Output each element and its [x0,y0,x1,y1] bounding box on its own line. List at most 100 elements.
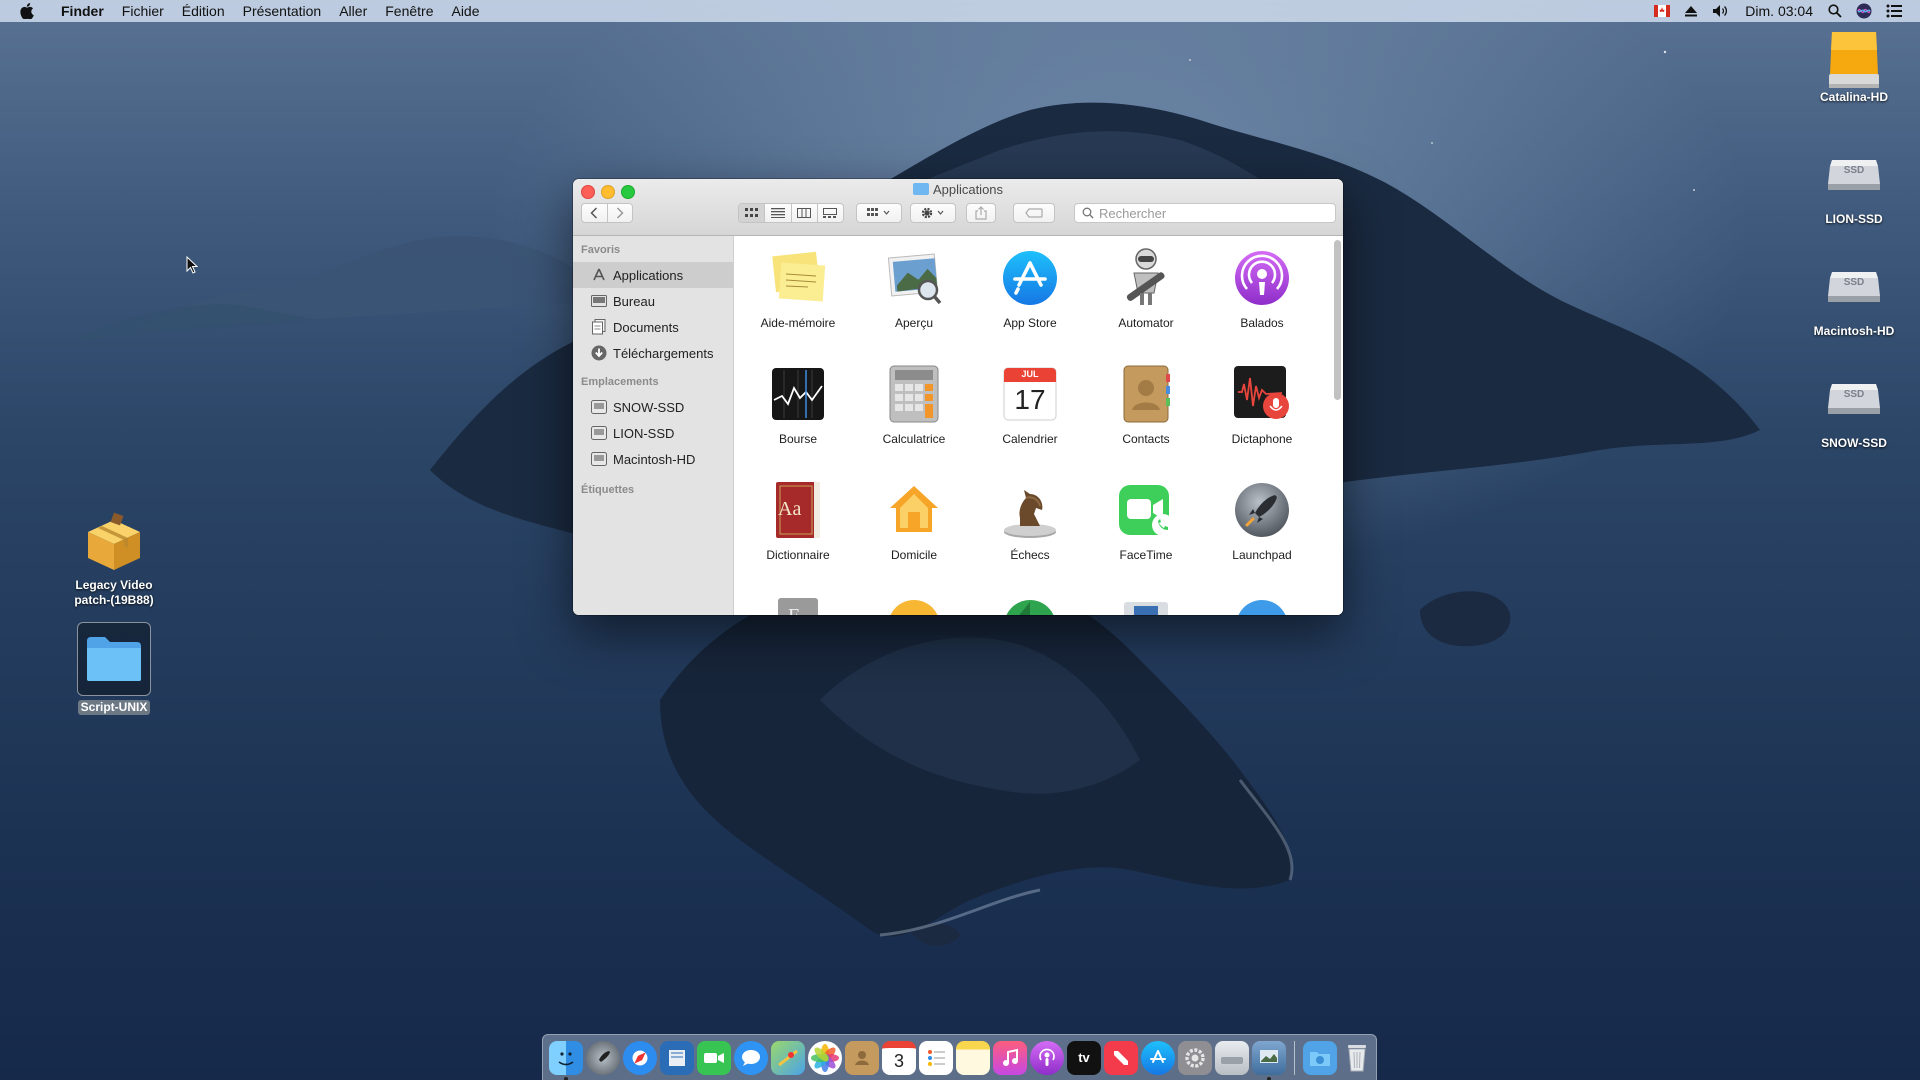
app-item-contacts[interactable]: Contacts [1088,360,1204,476]
app-item-partial[interactable] [1204,592,1320,615]
gallery-view-button[interactable] [818,204,843,222]
music-icon[interactable] [993,1040,1027,1075]
system-preferences-icon[interactable] [1178,1040,1212,1075]
window-titlebar[interactable]: Applications [573,179,1343,236]
app-item-automator[interactable]: Automator [1088,244,1204,360]
volume-icon[interactable] [1712,0,1730,22]
automator-robot-icon [1114,246,1178,310]
reminders-icon[interactable] [919,1040,953,1075]
file-label: Script-UNIX [77,700,151,715]
photo-booth-icon [882,594,946,615]
app-item-app-store[interactable]: App Store [972,244,1088,360]
launchpad-icon[interactable] [586,1040,620,1075]
menu-finder[interactable]: Finder [52,0,113,22]
desktop-drive-lion-ssd[interactable]: SSD LION-SSD [1794,152,1914,228]
menu-aller[interactable]: Aller [330,0,376,22]
disk-icon [591,451,607,467]
desktop-file-legacy-video-patch[interactable]: Legacy Video patch-(19B88) [54,512,174,609]
app-item-balados[interactable]: Balados [1204,244,1320,360]
sidebar-item-lion-ssd[interactable]: LION-SSD [573,420,733,446]
disk-utility-icon[interactable] [1215,1040,1249,1075]
app-item-calculatrice[interactable]: Calculatrice [856,360,972,476]
dictionary-glyph: Aa [778,498,802,520]
notes-icon[interactable] [956,1040,990,1075]
app-item-apercu[interactable]: Aperçu [856,244,972,360]
menu-aide[interactable]: Aide [442,0,488,22]
action-menu-button[interactable] [910,203,956,223]
tags-button[interactable] [1013,203,1055,223]
menu-edition[interactable]: Édition [173,0,234,22]
icon-view-button[interactable] [739,204,766,222]
share-button[interactable] [966,203,996,223]
app-item-launchpad[interactable]: Launchpad [1204,476,1320,592]
menu-presentation[interactable]: Présentation [234,0,331,22]
sidebar-item-snow-ssd[interactable]: SNOW-SSD [573,394,733,420]
preview-icon[interactable] [1252,1040,1286,1080]
app-store-icon[interactable] [1141,1040,1175,1075]
app-item-partial[interactable] [1088,592,1204,615]
app-item-partial[interactable] [856,592,972,615]
app-item-aide-memoire[interactable]: Aide-mémoire [740,244,856,360]
finder-icon[interactable] [549,1040,583,1080]
dictionary-icon: Aa [766,478,830,542]
app-item-dictaphone[interactable]: Dictaphone [1204,360,1320,476]
news-icon[interactable] [1104,1040,1138,1075]
notification-center-icon[interactable] [1886,0,1902,22]
mail-stamp-icon[interactable] [660,1040,694,1075]
contacts-icon[interactable] [845,1040,879,1075]
tv-label: tv [1078,1050,1090,1065]
maps-icon[interactable] [771,1040,805,1075]
chevron-left-icon [590,207,598,219]
app-item-domicile[interactable]: Domicile [856,476,972,592]
facetime-icon[interactable] [697,1040,731,1075]
folder-icon [912,183,929,195]
menu-fichier[interactable]: Fichier [113,0,173,22]
app-item-facetime[interactable]: FaceTime [1088,476,1204,592]
share-icon [975,206,987,220]
safari-icon[interactable] [623,1040,657,1075]
desktop-folder-script-unix[interactable]: Script-UNIX [54,622,174,716]
calendar-icon[interactable]: 3 [882,1040,916,1075]
forward-button[interactable] [608,204,633,222]
trash-icon[interactable] [1340,1041,1374,1075]
podcasts-icon[interactable] [1030,1040,1064,1075]
desktop-icon [591,293,607,309]
documents-icon [591,319,607,335]
sidebar-item-documents[interactable]: Documents [573,314,733,340]
desktop-drive-macintosh-hd[interactable]: SSD Macintosh-HD [1794,264,1914,340]
sidebar-item-telechargements[interactable]: Téléchargements [573,340,733,366]
menu-clock[interactable]: Dim. 03:04 [1745,3,1813,19]
column-view-button[interactable] [792,204,818,222]
app-item-dictionnaire[interactable]: Aa Dictionnaire [740,476,856,592]
search-input[interactable] [1099,205,1329,221]
drive-label: LION-SSD [1825,212,1883,226]
sidebar-item-macintosh-hd[interactable]: Macintosh-HD [573,446,733,472]
list-view-button[interactable] [765,204,792,222]
group-by-button[interactable] [856,203,902,223]
app-item-partial[interactable] [972,592,1088,615]
search-field[interactable] [1074,203,1336,223]
input-source-flag-icon[interactable] [1654,0,1671,22]
menu-fenetre[interactable]: Fenêtre [376,0,442,22]
back-button[interactable] [582,204,608,222]
eject-icon[interactable] [1684,0,1698,22]
desktop-drive-catalina-hd[interactable]: Catalina-HD [1794,30,1914,106]
app-item-echecs[interactable]: Échecs [972,476,1088,592]
siri-icon[interactable] [1856,0,1872,22]
apple-tv-icon[interactable]: tv [1067,1040,1101,1075]
vertical-scrollbar[interactable] [1334,240,1341,400]
app-item-partial[interactable]: F [740,592,856,615]
app-name: Balados [1240,316,1284,330]
downloads-folder-icon[interactable] [1303,1040,1337,1075]
sidebar-item-applications[interactable]: Applications [573,262,733,288]
app-item-bourse[interactable]: Bourse [740,360,856,476]
photos-icon[interactable] [808,1040,842,1075]
sidebar-item-bureau[interactable]: Bureau [573,288,733,314]
gear-icon [921,207,944,219]
desktop-drive-snow-ssd[interactable]: SSD SNOW-SSD [1794,376,1914,452]
messages-icon[interactable] [734,1040,768,1075]
spotlight-icon[interactable] [1828,0,1842,22]
apple-menu-icon[interactable] [16,0,38,22]
finder-content-area: Aide-mémoire Aperçu App Store Automator [734,236,1343,615]
app-item-calendrier[interactable]: JUL 17 Calendrier [972,360,1088,476]
